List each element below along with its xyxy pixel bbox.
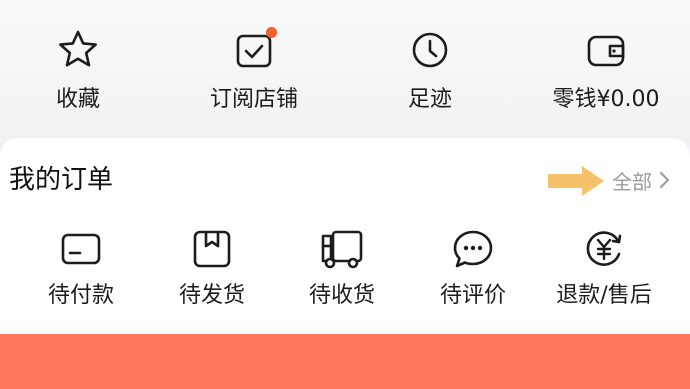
- wallet-balance-label: 零钱¥0.00: [552, 87, 660, 112]
- package-icon: [189, 226, 235, 272]
- notification-dot: [266, 27, 277, 38]
- subscribed-stores-label: 订阅店铺: [209, 87, 298, 112]
- pending-receipt-button[interactable]: 待收货: [280, 226, 404, 309]
- pending-review-button[interactable]: 待评价: [411, 226, 535, 309]
- chevron-right-icon: [658, 171, 670, 189]
- refund-aftersales-button[interactable]: 退款/售后: [542, 226, 666, 309]
- pending-payment-label: 待付款: [47, 283, 114, 308]
- clock-icon: [407, 27, 453, 73]
- chat-bubble-icon: [450, 226, 496, 272]
- subscribed-stores-button[interactable]: 订阅店铺: [184, 27, 324, 113]
- view-all-orders-link[interactable]: 全部: [612, 164, 670, 196]
- wallet-button[interactable]: 零钱¥0.00: [536, 27, 676, 113]
- pending-review-label: 待评价: [439, 283, 506, 308]
- refund-aftersales-label: 退款/售后: [556, 283, 652, 308]
- favorites-button[interactable]: 收藏: [8, 27, 148, 113]
- card-icon: [58, 226, 104, 272]
- pending-payment-button[interactable]: 待付款: [19, 226, 143, 309]
- orders-title: 我的订单: [9, 165, 114, 195]
- truck-icon: [319, 226, 365, 272]
- history-button[interactable]: 足迹: [360, 27, 500, 113]
- history-label: 足迹: [407, 87, 452, 112]
- view-all-label: 全部: [612, 169, 652, 194]
- refund-icon: [581, 226, 627, 272]
- star-icon: [55, 27, 101, 73]
- pending-shipment-button[interactable]: 待发货: [150, 226, 274, 309]
- favorites-label: 收藏: [55, 87, 100, 112]
- pending-receipt-label: 待收货: [308, 283, 375, 308]
- pending-shipment-label: 待发货: [178, 283, 245, 308]
- subscribe-store-icon: [231, 27, 277, 73]
- arrow-icon: [546, 164, 606, 198]
- wallet-icon: [583, 27, 629, 73]
- bottom-banner: [0, 334, 690, 389]
